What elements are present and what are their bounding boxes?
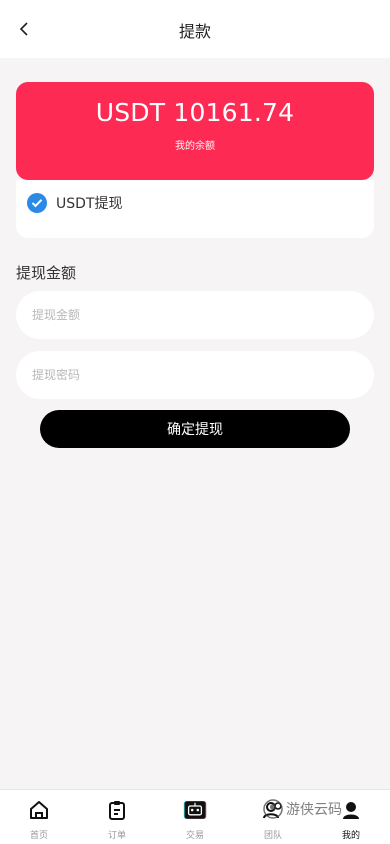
- tab-orders[interactable]: 订单: [78, 790, 156, 844]
- tab-team[interactable]: 团队: [234, 790, 312, 844]
- withdraw-method-panel: USDT提现: [16, 180, 374, 238]
- robot-icon: [183, 798, 207, 822]
- tab-label: 交易: [185, 831, 204, 841]
- tab-profile[interactable]: 我的: [312, 790, 390, 844]
- amount-input[interactable]: [16, 291, 374, 339]
- confirm-withdraw-button[interactable]: 确定提现: [40, 410, 350, 448]
- tab-label: 我的: [341, 831, 360, 841]
- team-icon: [261, 798, 285, 822]
- balance-amount: USDT 10161.74: [95, 98, 295, 127]
- page-title: 提款: [178, 22, 211, 41]
- tab-home[interactable]: 首页: [0, 790, 78, 844]
- user-icon: [339, 798, 363, 822]
- balance-caption: 我的余额: [175, 141, 215, 152]
- method-option-usdt[interactable]: USDT提现: [27, 193, 122, 213]
- clipboard-icon: [105, 798, 129, 822]
- tab-label: 首页: [29, 831, 48, 841]
- top-bar: 提款: [0, 0, 390, 58]
- check-icon: [27, 193, 47, 213]
- method-label: USDT提现: [56, 196, 123, 212]
- bottom-tab-bar: 首页 订单 交易 团队 我的: [0, 789, 390, 844]
- balance-card: USDT 10161.74 我的余额: [16, 82, 374, 180]
- tab-label: 团队: [263, 831, 282, 841]
- home-icon: [27, 798, 51, 822]
- password-input[interactable]: [16, 351, 374, 399]
- tab-trade[interactable]: 交易: [156, 790, 234, 844]
- tab-label: 订单: [107, 831, 126, 841]
- section-title: 提现金额: [16, 264, 77, 282]
